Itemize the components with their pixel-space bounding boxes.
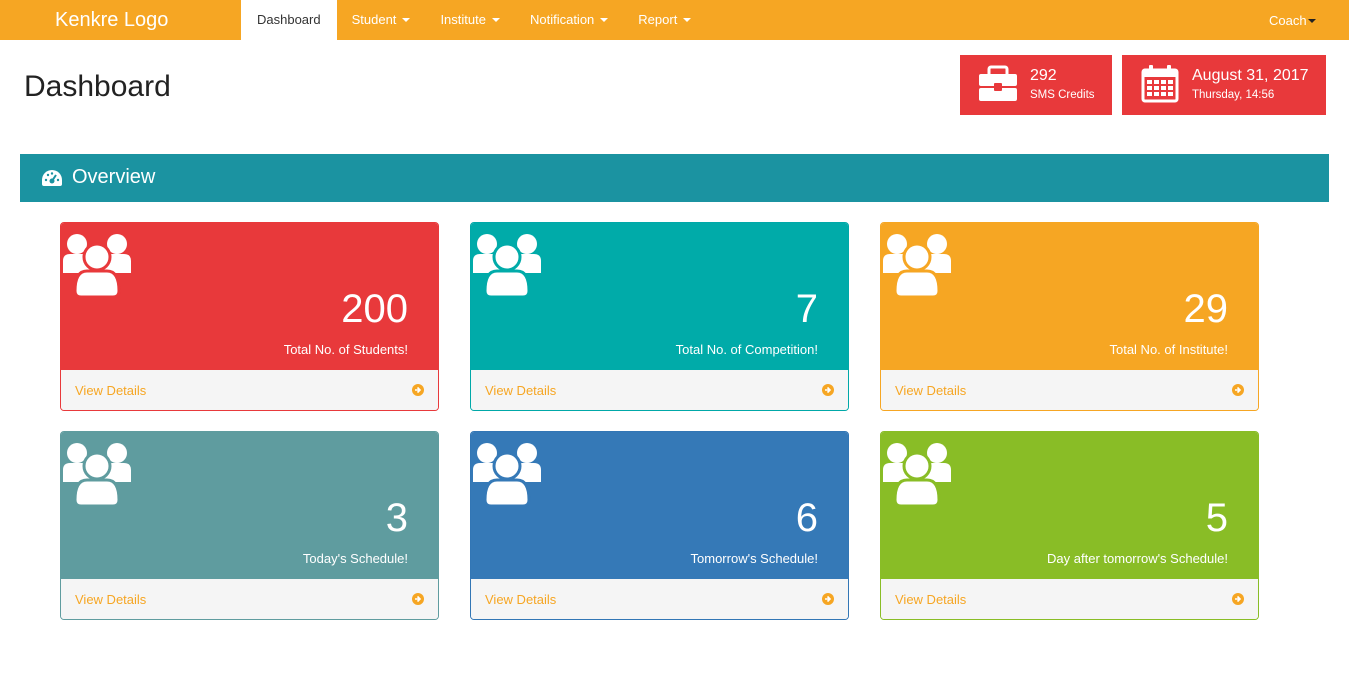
view-details-label: View Details [485, 592, 557, 607]
sms-credits-label: SMS Credits [1030, 89, 1095, 101]
caret-down-icon [600, 17, 609, 22]
nav-item-institute[interactable]: Institute [425, 0, 515, 40]
view-details-link[interactable]: View Details [61, 370, 438, 410]
users-icon [883, 234, 951, 299]
card-label: Total No. of Students! [283, 342, 408, 357]
card-body: 5 Day after tomorrow's Schedule! [881, 432, 1258, 579]
nav-item-report[interactable]: Report [623, 0, 706, 40]
view-details-label: View Details [485, 383, 557, 398]
day-time-label: Thursday, 14:56 [1192, 89, 1275, 101]
view-details-label: View Details [895, 383, 967, 398]
top-navbar: Kenkre Logo Dashboard Student Institute … [0, 0, 1349, 40]
stat-card-day-after-tomorrow-schedule: 5 Day after tomorrow's Schedule! View De… [880, 431, 1259, 620]
view-details-label: View Details [75, 592, 147, 607]
nav-item-dashboard[interactable]: Dashboard [241, 0, 337, 40]
arrow-circle-right-icon [412, 384, 424, 396]
overview-title: Overview [72, 166, 156, 188]
card-body: 3 Today's Schedule! [61, 432, 438, 579]
brand-logo[interactable]: Kenkre Logo [55, 0, 168, 40]
nav-item-student[interactable]: Student [337, 0, 426, 40]
nav-item-label: Institute [440, 12, 486, 27]
caret-down-icon [402, 17, 411, 22]
arrow-circle-right-icon [1232, 384, 1244, 396]
stat-card-today-schedule: 3 Today's Schedule! View Details [60, 431, 439, 620]
sms-credits-box: 292 SMS Credits [960, 55, 1112, 115]
arrow-circle-right-icon [1232, 593, 1244, 605]
page-title: Dashboard [24, 70, 171, 103]
arrow-circle-right-icon [412, 593, 424, 605]
card-body: 29 Total No. of Institute! [881, 223, 1258, 370]
nav-item-label: Student [351, 12, 397, 27]
sms-credits-value: 292 [1030, 67, 1057, 84]
card-count: 6 [795, 496, 818, 540]
stat-card-competition: 7 Total No. of Competition! View Details [470, 222, 849, 411]
card-label: Today's Schedule! [302, 551, 408, 566]
nav-item-label: Notification [529, 12, 595, 27]
view-details-link[interactable]: View Details [61, 579, 438, 619]
card-count: 7 [795, 287, 818, 331]
view-details-link[interactable]: View Details [471, 370, 848, 410]
card-label: Tomorrow's Schedule! [690, 551, 818, 566]
stat-card-institute: 29 Total No. of Institute! View Details [880, 222, 1259, 411]
view-details-link[interactable]: View Details [881, 370, 1258, 410]
users-icon [473, 443, 541, 508]
nav-item-label: Dashboard [257, 12, 321, 27]
users-icon [63, 234, 131, 299]
overview-header: Overview [20, 154, 1329, 202]
card-count: 29 [1183, 287, 1229, 331]
caret-down-icon [1307, 18, 1316, 23]
dashboard-icon [42, 170, 62, 186]
view-details-link[interactable]: View Details [471, 579, 848, 619]
caret-down-icon [683, 17, 692, 22]
card-body: 200 Total No. of Students! [61, 223, 438, 370]
briefcase-icon [979, 65, 1017, 101]
card-count: 200 [341, 287, 408, 331]
card-label: Day after tomorrow's Schedule! [1047, 551, 1228, 566]
card-count: 3 [385, 496, 408, 540]
card-body: 6 Tomorrow's Schedule! [471, 432, 848, 579]
caret-down-icon [491, 17, 500, 22]
view-details-label: View Details [895, 592, 967, 607]
view-details-label: View Details [75, 383, 147, 398]
card-label: Total No. of Competition! [675, 342, 818, 357]
user-menu[interactable]: Coach [1269, 0, 1316, 40]
arrow-circle-right-icon [822, 384, 834, 396]
users-icon [63, 443, 131, 508]
users-icon [473, 234, 541, 299]
view-details-link[interactable]: View Details [881, 579, 1258, 619]
user-menu-label: Coach [1269, 13, 1307, 28]
nav-item-notification[interactable]: Notification [515, 0, 623, 40]
card-count: 5 [1205, 496, 1228, 540]
card-label: Total No. of Institute! [1109, 342, 1228, 357]
nav-item-label: Report [638, 12, 678, 27]
calendar-icon [1141, 65, 1179, 103]
stat-card-students: 200 Total No. of Students! View Details [60, 222, 439, 411]
card-body: 7 Total No. of Competition! [471, 223, 848, 370]
stat-card-tomorrow-schedule: 6 Tomorrow's Schedule! View Details [470, 431, 849, 620]
nav-menu: Dashboard Student Institute Notification… [241, 0, 706, 40]
users-icon [883, 443, 951, 508]
date-box: August 31, 2017 Thursday, 14:56 [1122, 55, 1326, 115]
arrow-circle-right-icon [822, 593, 834, 605]
date-value: August 31, 2017 [1192, 67, 1309, 84]
